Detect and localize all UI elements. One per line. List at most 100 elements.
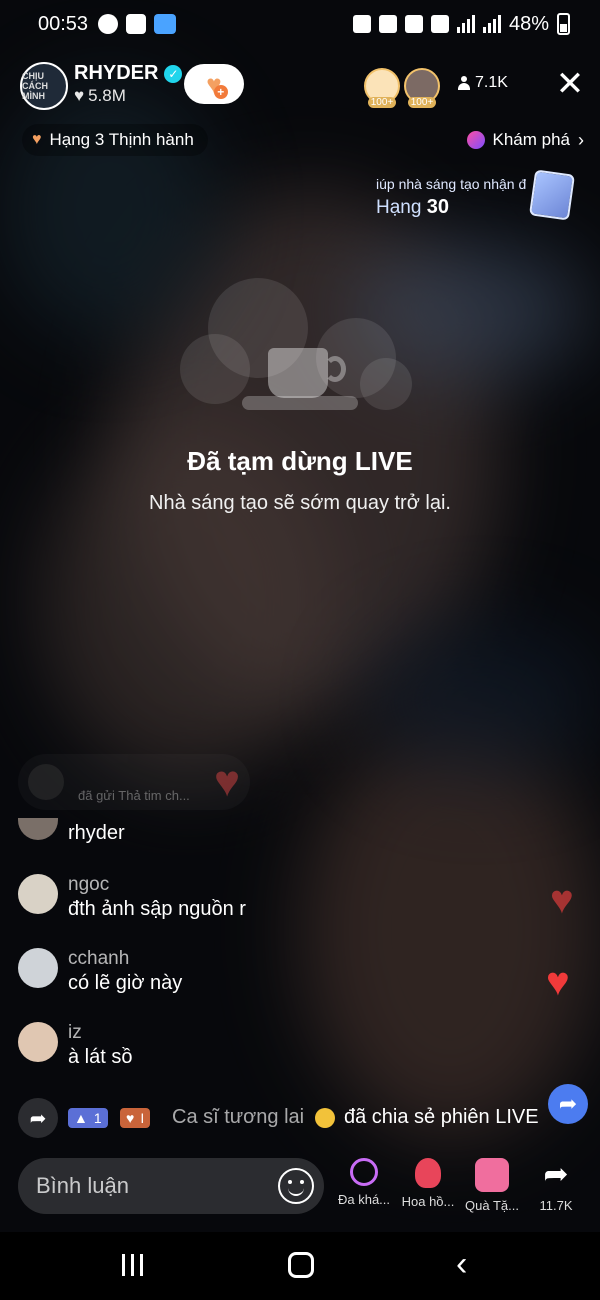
verified-icon: ✓: [164, 64, 183, 83]
facebook-icon: [98, 14, 119, 34]
comment-username[interactable]: iz: [68, 1022, 82, 1044]
promo-rank-value: 30: [426, 196, 449, 218]
battery-percent: 48%: [508, 12, 549, 35]
chevron-right-icon: ›: [578, 129, 584, 150]
noveltoon-icon: [154, 14, 177, 34]
avatar[interactable]: [18, 948, 58, 988]
plus-icon: +: [213, 85, 228, 99]
comment-text: rhyder: [68, 822, 125, 844]
follow-button[interactable]: ♥ +: [184, 64, 244, 104]
emoji-icon: [315, 1108, 335, 1128]
bottom-bar-label: Hoa hồ...: [401, 1194, 455, 1209]
emoji-icon[interactable]: [278, 1168, 314, 1204]
heart-icon: ♥: [74, 86, 85, 105]
creator-likes: ♥ 5.8M: [74, 86, 126, 106]
recent-apps-button[interactable]: [122, 1254, 146, 1276]
bottom-bar-label: Đa khá...: [337, 1192, 391, 1207]
bubble-shape: [360, 358, 412, 410]
level-badge-value: 1: [93, 1110, 102, 1126]
comment-text: à lát sồ: [68, 1046, 133, 1068]
notification-icons: [98, 14, 177, 34]
gallery-icon: [126, 14, 147, 34]
level-badge: ▲ 1: [68, 1108, 108, 1128]
back-button[interactable]: ‹: [456, 1244, 467, 1284]
promo-rank: Hạng 30: [376, 196, 449, 219]
system-icons: 48%: [352, 12, 570, 36]
share-count: 11.7K: [539, 1198, 573, 1213]
promo-rank-label: Hạng: [376, 197, 422, 218]
signal-icon: [456, 15, 475, 33]
mute-icon: [404, 15, 423, 33]
alarm-icon: [378, 15, 397, 33]
viewer-rank-badge: 100+: [407, 97, 437, 108]
creator-name-row[interactable]: RHYDER ✓: [74, 62, 183, 85]
fan-badge-value: I: [140, 1110, 145, 1126]
signal-icon: [482, 15, 501, 33]
cup-shape: [268, 348, 328, 398]
arrow-up-icon: ▲: [74, 1110, 88, 1126]
avatar[interactable]: [18, 1022, 58, 1062]
person-icon: [458, 76, 470, 90]
home-button[interactable]: [288, 1252, 314, 1278]
comment-input[interactable]: Bình luận: [18, 1158, 324, 1214]
heart-gift-icon: ♥: [214, 757, 241, 806]
avatar[interactable]: [18, 874, 58, 914]
viewer-count[interactable]: 7.1K: [458, 74, 508, 92]
planet-icon: [466, 131, 485, 149]
share-float-button[interactable]: ➦: [548, 1084, 588, 1124]
paused-coffee-icon: [180, 278, 420, 418]
share-username[interactable]: Ca sĩ tương lai: [172, 1106, 304, 1129]
share-icon[interactable]: ➦: [18, 1098, 58, 1138]
explore-button[interactable]: Khám phá ›: [466, 124, 584, 156]
gift-icon: [475, 1158, 509, 1192]
share-button[interactable]: ➦ 11.7K: [524, 1158, 588, 1218]
comment-text: đth ảnh sập nguồn r: [68, 898, 246, 920]
close-button[interactable]: ✕: [554, 66, 586, 102]
cup-handle-shape: [324, 356, 346, 382]
share-action-text: đã chia sẻ phiên LIVE: [344, 1106, 539, 1128]
rank-card-icon: [528, 169, 576, 221]
status-time: 00:53: [38, 12, 89, 35]
comment-text: có lẽ giờ này: [68, 972, 183, 994]
data-saver-icon: [352, 15, 371, 33]
promo-text: iúp nhà sáng tạo nhận đ: [376, 176, 526, 192]
battery-icon: [557, 13, 570, 35]
rose-gift-button[interactable]: Hoa hồ...: [396, 1158, 460, 1218]
paused-title: Đã tạm dừng LIVE: [187, 446, 413, 476]
explore-label: Khám phá: [492, 130, 571, 149]
bubble-shape: [180, 334, 250, 404]
gift-notice-text: đã gửi Thả tim ch...: [78, 788, 190, 803]
fan-badge: ♥ I: [120, 1108, 151, 1128]
heart-plus-icon: ♥ +: [206, 71, 228, 99]
floating-heart-icon: ♥: [550, 878, 574, 922]
creator-name: RHYDER: [74, 62, 159, 84]
viewer-count-value: 7.1K: [475, 74, 508, 91]
trending-rank-pill[interactable]: ♥ Hạng 3 Thịnh hành: [22, 124, 208, 156]
gift-notice: đã gửi Thả tim ch... ♥: [18, 754, 250, 810]
share-icon: ➦: [543, 1158, 569, 1191]
creator-avatar[interactable]: CHỊU CÁCH MÌNH: [20, 62, 68, 110]
comment-placeholder: Bình luận: [36, 1173, 129, 1198]
multi-guest-button[interactable]: Đa khá...: [332, 1158, 396, 1218]
likes-count: 5.8M: [88, 86, 126, 105]
multi-guest-icon: [350, 1158, 378, 1186]
top-viewer-avatar[interactable]: 100+: [364, 68, 400, 108]
creator-rank-promo[interactable]: iúp nhà sáng tạo nhận đ Hạng 30: [372, 169, 576, 222]
top-viewer-avatar[interactable]: 100+: [404, 68, 440, 108]
heart-icon: ♥: [126, 1110, 135, 1126]
avatar: [28, 764, 64, 800]
share-notice: ➦ ▲ 1 ♥ I Ca sĩ tương lai đã chia sẻ phi…: [18, 1098, 590, 1138]
bottom-bar-label: Quà Tặ...: [465, 1198, 519, 1213]
system-nav-bar: ‹: [0, 1232, 600, 1300]
wifi-icon: [430, 15, 449, 33]
status-bar: 00:53 48%: [0, 0, 600, 48]
rank-pill-text: Hạng 3 Thịnh hành: [49, 130, 194, 149]
gift-button[interactable]: Quà Tặ...: [460, 1158, 524, 1218]
saucer-shape: [242, 396, 358, 410]
rose-icon: [415, 1158, 441, 1188]
comment-username[interactable]: cchanh: [68, 948, 129, 970]
comment-username[interactable]: ngoc: [68, 874, 109, 896]
heart-icon: ♥: [32, 131, 42, 148]
paused-subtitle: Nhà sáng tạo sẽ sớm quay trở lại.: [149, 492, 451, 514]
floating-heart-icon: ♥: [546, 960, 570, 1004]
